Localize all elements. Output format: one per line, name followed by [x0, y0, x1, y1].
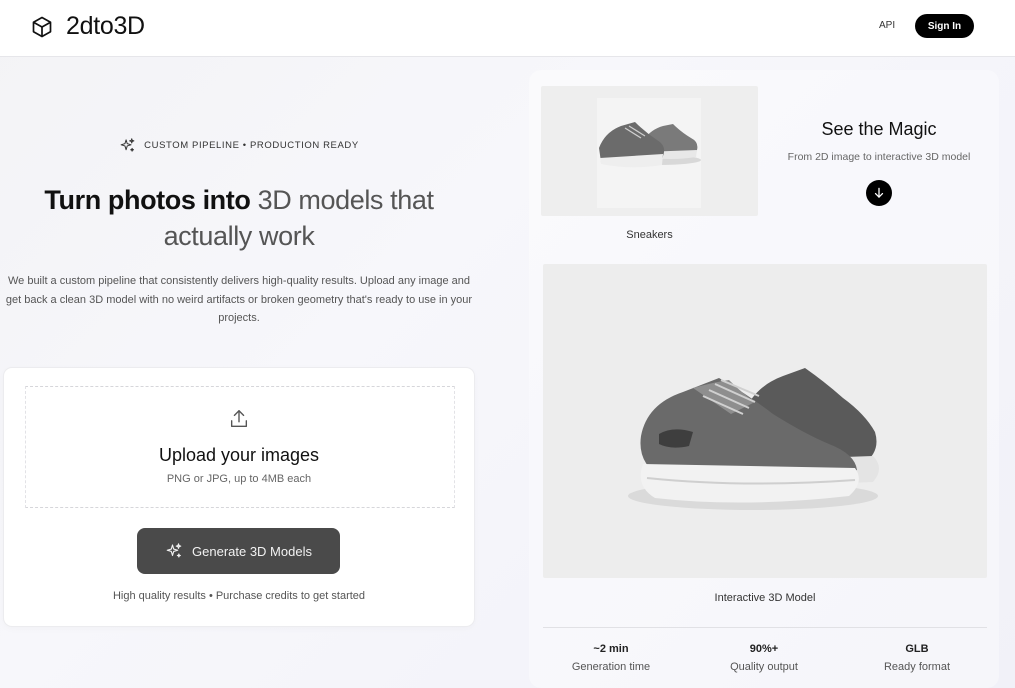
stat-label: Quality output: [730, 661, 798, 673]
stat-label: Generation time: [571, 661, 651, 673]
stat-quality-output: 90%+ Quality output: [694, 643, 834, 673]
see-the-magic-title: See the Magic: [821, 119, 937, 139]
stat-generation-time: ~2 min Generation time: [541, 643, 681, 673]
hero-title-part2: 3D models that: [257, 185, 434, 215]
hero-description: We built a custom pipeline that consiste…: [5, 275, 473, 324]
thumbnail-label: Sneakers: [626, 229, 673, 241]
scroll-down-button[interactable]: [866, 180, 892, 206]
stat-value: 90%+: [749, 643, 779, 655]
upload-subtitle: PNG or JPG, up to 4MB each: [166, 473, 312, 485]
upload-title: Upload your images: [158, 445, 320, 465]
model-viewer-label: Interactive 3D Model: [714, 592, 816, 604]
upload-icon: [230, 410, 248, 428]
cube-icon: [32, 16, 52, 37]
hero-title: Turn photos into 3D models that actually…: [0, 182, 478, 254]
brand-name: 2dto3D: [66, 12, 145, 40]
hero-badge: CUSTOM PIPELINE • PRODUCTION READY: [0, 137, 478, 154]
sign-in-button[interactable]: Sign In: [915, 14, 974, 38]
hero-badge-text: CUSTOM PIPELINE • PRODUCTION READY: [144, 140, 359, 151]
stat-value: GLB: [905, 643, 929, 655]
stat-label: Ready format: [883, 661, 951, 673]
upload-card: Upload your images PNG or JPG, up to 4MB…: [4, 368, 474, 626]
upload-footer-note: High quality results • Purchase credits …: [112, 590, 366, 602]
sneaker-3d-model-image: [628, 368, 879, 510]
sneaker-thumbnail-image: [599, 122, 701, 168]
arrow-down-icon: [874, 187, 884, 198]
generate-3d-models-button[interactable]: Generate 3D Models: [137, 528, 340, 574]
brand-logo[interactable]: 2dto3D: [30, 12, 145, 41]
generate-button-label: Generate 3D Models: [192, 543, 312, 559]
stat-value: ~2 min: [593, 643, 629, 655]
sparkles-icon: [120, 138, 135, 152]
top-navbar: 2dto3D API Sign In: [0, 0, 1015, 57]
interactive-3d-model-viewer[interactable]: [543, 264, 987, 578]
sparkles-icon: [166, 543, 182, 558]
hero-title-part1: Turn photos into: [44, 185, 258, 215]
hero-title-part3: actually work: [163, 221, 315, 251]
nav-link-api[interactable]: API: [879, 20, 895, 31]
sneaker-photo: [541, 86, 758, 216]
stat-ready-format: GLB Ready format: [847, 643, 987, 673]
stats-divider: [543, 627, 987, 628]
see-the-magic-subtitle: From 2D image to interactive 3D model: [787, 151, 971, 163]
